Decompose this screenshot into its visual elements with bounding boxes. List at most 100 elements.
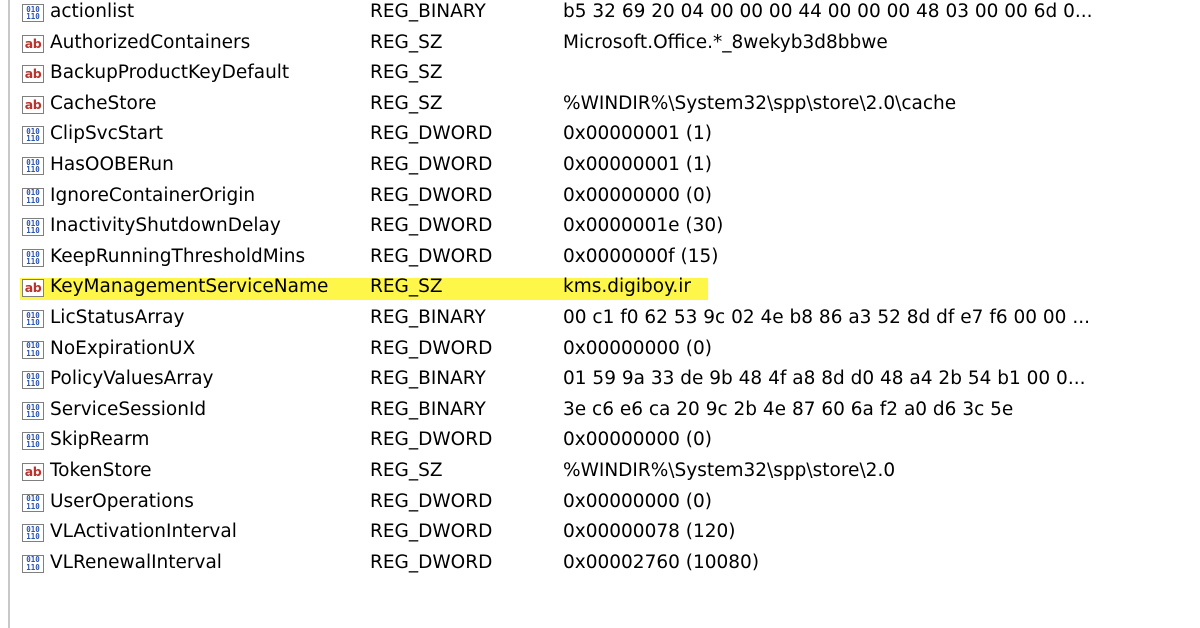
- value-type: REG_SZ: [370, 62, 443, 84]
- value-data: %WINDIR%\System32\spp\store\2.0: [563, 459, 896, 481]
- registry-values-list: 010 110 actionlist REG_BINARY b5 32 69 20…: [0, 0, 1200, 628]
- value-name: HasOOBERun: [50, 153, 174, 175]
- value-name: CacheStore: [50, 92, 157, 114]
- registry-value-row[interactable]: 010 110 KeepRunningThresholdMins REG_DWOR…: [0, 242, 1200, 273]
- registry-value-row[interactable]: ab TokenStore REG_SZ %WINDIR%\System32\s…: [0, 456, 1200, 487]
- value-type-icon: 010 110: [22, 371, 46, 390]
- value-type-icon: 010 110: [22, 218, 46, 237]
- value-data: 0x00000001 (1): [563, 123, 712, 145]
- value-type-icon: 010 110: [22, 156, 46, 176]
- value-name: TokenStore: [50, 459, 152, 481]
- binary-icon-glyph: 110: [26, 440, 40, 450]
- string-value-icon: ab: [22, 95, 44, 114]
- value-type-icon: ab: [22, 462, 46, 482]
- value-type: REG_SZ: [370, 459, 443, 481]
- value-type: REG_SZ: [370, 31, 443, 53]
- registry-value-row[interactable]: 010 110 HasOOBERun REG_DWORD 0x00000001 (…: [0, 150, 1200, 181]
- binary-value-icon: 010 110: [22, 248, 44, 267]
- value-type: REG_DWORD: [370, 215, 493, 237]
- string-value-icon: ab: [22, 34, 44, 53]
- value-type-icon: 010 110: [22, 554, 46, 574]
- registry-value-row[interactable]: ab AuthorizedContainers REG_SZ Microsoft…: [0, 28, 1200, 59]
- value-type-icon: 010 110: [22, 493, 46, 513]
- value-name: AuthorizedContainers: [50, 31, 251, 53]
- value-type: REG_DWORD: [370, 245, 493, 267]
- binary-icon-glyph: 110: [26, 501, 40, 511]
- value-type: REG_BINARY: [370, 398, 486, 420]
- registry-value-row[interactable]: 010 110 ClipSvcStart REG_DWORD 0x00000001…: [0, 119, 1200, 150]
- registry-value-row[interactable]: 010 110 PolicyValuesArray REG_BINARY 01 5…: [0, 364, 1200, 395]
- value-type-icon: ab: [22, 279, 46, 298]
- binary-icon-glyph: 110: [26, 409, 40, 419]
- value-type: REG_DWORD: [370, 551, 493, 573]
- value-name: VLRenewalInterval: [50, 551, 222, 573]
- registry-value-row[interactable]: 010 110 IgnoreContainerOrigin REG_DWORD 0…: [0, 181, 1200, 212]
- registry-value-row[interactable]: ab BackupProductKeyDefault REG_SZ: [0, 58, 1200, 89]
- value-data: kms.digiboy.ir: [563, 276, 692, 298]
- value-name: actionlist: [50, 1, 135, 22]
- string-value-icon: ab: [22, 65, 44, 84]
- binary-value-icon: 010 110: [22, 340, 44, 359]
- binary-value-icon: 010 110: [22, 401, 44, 420]
- value-type-icon: 010 110: [22, 432, 46, 451]
- value-type: REG_DWORD: [370, 521, 493, 543]
- value-data: 0x00000000 (0): [563, 429, 712, 451]
- binary-value-icon: 010 110: [22, 432, 44, 451]
- value-type-icon: 010 110: [22, 187, 46, 207]
- registry-value-row[interactable]: 010 110 SkipRearm REG_DWORD 0x00000000 (0…: [0, 425, 1200, 456]
- value-data: 0x00000001 (1): [563, 153, 712, 175]
- value-name: BackupProductKeyDefault: [50, 62, 290, 84]
- binary-value-icon: 010 110: [22, 493, 44, 512]
- binary-icon-glyph: 110: [26, 379, 40, 389]
- value-data: 01 59 9a 33 de 9b 48 4f a8 8d d0 48 a4 2…: [563, 368, 1086, 390]
- binary-icon-glyph: 110: [26, 134, 40, 144]
- registry-value-row[interactable]: 010 110 VLActivationInterval REG_DWORD 0x…: [0, 517, 1200, 548]
- registry-value-row[interactable]: 010 110 InactivityShutdownDelay REG_DWORD…: [0, 211, 1200, 242]
- value-type: REG_SZ: [370, 276, 443, 298]
- value-name: IgnoreContainerOrigin: [50, 184, 256, 206]
- registry-value-row[interactable]: 010 110 VLRenewalInterval REG_DWORD 0x000…: [0, 548, 1200, 579]
- value-name: VLActivationInterval: [50, 521, 237, 543]
- string-icon-glyph: ab: [24, 66, 42, 82]
- registry-value-row[interactable]: 010 110 NoExpirationUX REG_DWORD 0x000000…: [0, 334, 1200, 365]
- registry-value-row[interactable]: ab CacheStore REG_SZ %WINDIR%\System32\s…: [0, 89, 1200, 120]
- value-name: ServiceSessionId: [50, 398, 207, 420]
- value-data: 0x0000000f (15): [563, 245, 719, 267]
- registry-value-row[interactable]: 010 110 actionlist REG_BINARY b5 32 69 20…: [0, 0, 1200, 28]
- value-data: 3e c6 e6 ca 20 9c 2b 4e 87 60 6a f2 a0 d…: [563, 398, 1014, 420]
- binary-value-icon: 010 110: [22, 187, 44, 206]
- binary-value-icon: 010 110: [22, 524, 44, 543]
- value-type: REG_SZ: [370, 92, 443, 114]
- binary-value-icon: 010 110: [22, 371, 44, 390]
- registry-value-row[interactable]: 010 110 ServiceSessionId REG_BINARY 3e c6…: [0, 395, 1200, 426]
- binary-icon-glyph: 110: [26, 195, 40, 205]
- value-data: b5 32 69 20 04 00 00 00 44 00 00 00 48 0…: [563, 1, 1093, 22]
- registry-value-row[interactable]: ab KeyManagementServiceName REG_SZ kms.d…: [0, 272, 1200, 303]
- value-data: 0x00000000 (0): [563, 184, 712, 206]
- binary-value-icon: 010 110: [22, 554, 44, 573]
- value-type: REG_DWORD: [370, 184, 493, 206]
- value-type: REG_BINARY: [370, 368, 486, 390]
- value-type-icon: 010 110: [22, 4, 46, 23]
- value-type-icon: 010 110: [22, 248, 46, 268]
- registry-value-row[interactable]: 010 110 UserOperations REG_DWORD 0x000000…: [0, 487, 1200, 518]
- binary-icon-glyph: 110: [26, 562, 40, 572]
- registry-value-row[interactable]: 010 110 LicStatusArray REG_BINARY 00 c1 f…: [0, 303, 1200, 334]
- value-type-icon: 010 110: [22, 340, 46, 360]
- value-name: LicStatusArray: [50, 306, 185, 328]
- value-data: 0x00000000 (0): [563, 337, 712, 359]
- value-name: NoExpirationUX: [50, 337, 196, 359]
- value-type: REG_DWORD: [370, 337, 493, 359]
- value-data: 0x00000078 (120): [563, 521, 736, 543]
- value-type: REG_BINARY: [370, 1, 486, 22]
- value-type-icon: 010 110: [22, 126, 46, 145]
- value-name: ClipSvcStart: [50, 123, 163, 145]
- value-type: REG_DWORD: [370, 490, 493, 512]
- value-type-icon: ab: [22, 34, 46, 54]
- string-icon-glyph: ab: [24, 463, 42, 479]
- binary-icon-glyph: 110: [26, 348, 40, 358]
- binary-value-icon: 010 110: [22, 156, 44, 175]
- binary-icon-glyph: 110: [26, 256, 40, 266]
- binary-value-icon: 010 110: [22, 309, 44, 328]
- value-name: KeyManagementServiceName: [50, 276, 329, 298]
